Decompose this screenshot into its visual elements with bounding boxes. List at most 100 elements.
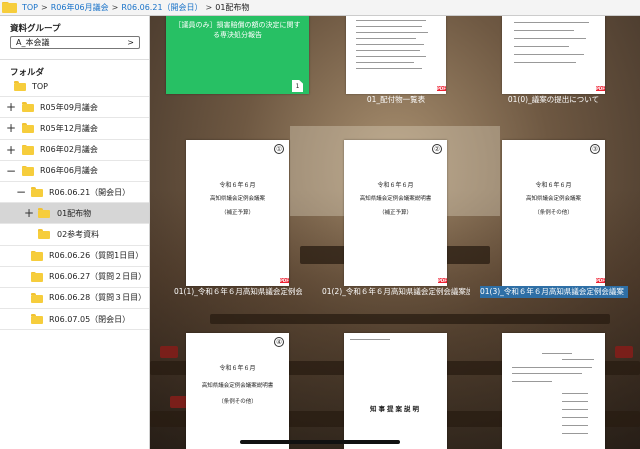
expand-icon[interactable]: + bbox=[24, 206, 34, 220]
tree-item-question-day2[interactable]: R06.06.27（質問２日目） bbox=[0, 267, 149, 288]
tree-item-closing-day[interactable]: R06.07.05（閉会日） bbox=[0, 309, 149, 331]
tree-item-question-day3[interactable]: R06.06.28（質問３日目） bbox=[0, 288, 149, 310]
text-line bbox=[356, 56, 426, 57]
document-caption: 01(1)_令和６年６月高知県議会定例会議案（補正 bbox=[174, 287, 302, 296]
text-line bbox=[562, 401, 588, 402]
tree-item-r05-dec[interactable]: + R05年12月議会 bbox=[0, 118, 149, 140]
collapse-icon[interactable]: − bbox=[6, 164, 16, 178]
text-line bbox=[356, 68, 422, 69]
collapse-icon[interactable]: − bbox=[16, 185, 26, 199]
document-number: ① bbox=[274, 144, 284, 154]
document-caption: 01(0)_議案の提出について bbox=[507, 95, 600, 104]
text-line bbox=[514, 54, 584, 55]
tree-item-label: R06.06.21（開会日） bbox=[49, 187, 131, 197]
text-line bbox=[356, 26, 422, 27]
document-tile[interactable] bbox=[502, 333, 605, 449]
sidebar: 資料グループ A_本会議 > フォルダ TOP + R05年09月議会 + R0… bbox=[0, 16, 150, 449]
folder-icon bbox=[2, 1, 17, 14]
tree-item-label: R06.06.28（質問３日目） bbox=[49, 293, 147, 303]
document-count-icon: 1 bbox=[292, 80, 303, 92]
text-line bbox=[356, 38, 416, 39]
document-number: ③ bbox=[590, 144, 600, 154]
text-line bbox=[356, 20, 426, 21]
document-tile[interactable]: ［議員のみ］損害賠償の額の決定に関する専決処分報告 1 bbox=[166, 16, 309, 108]
document-tile[interactable]: ② 令和６年６月 高知県議会定例会議案説明書 （補正予算） PDF 01(2)_… bbox=[322, 140, 470, 300]
expand-icon[interactable]: + bbox=[6, 121, 16, 135]
tree-item-label: R06.06.26（質問1日目） bbox=[49, 251, 144, 261]
document-tile[interactable]: PDF 01_配付物一覧表 bbox=[346, 16, 446, 108]
tree-item-question-day1[interactable]: R06.06.26（質問1日目） bbox=[0, 246, 149, 267]
tree-item-r06-feb[interactable]: + R06年02月議会 bbox=[0, 140, 149, 161]
text-line bbox=[356, 44, 424, 45]
tree-item-r05-sep[interactable]: + R05年09月議会 bbox=[0, 97, 149, 119]
tree-item-label: R05年12月議会 bbox=[40, 123, 98, 133]
document-line: 知事提案説明 bbox=[370, 405, 421, 413]
group-select[interactable]: A_本会議 > bbox=[10, 36, 140, 49]
document-line: 令和６年６月 bbox=[535, 182, 572, 189]
text-line bbox=[562, 433, 588, 434]
tree-item-distribution[interactable]: + 01配布物 bbox=[0, 203, 149, 225]
text-line bbox=[512, 367, 592, 368]
document-number: ④ bbox=[274, 337, 284, 347]
document-line: 高知県議会定例会議案説明書 bbox=[201, 383, 274, 389]
document-line: 高知県議会定例会議案説明書 bbox=[359, 196, 432, 202]
document-line: 令和６年６月 bbox=[219, 182, 256, 189]
document-thumbnail bbox=[346, 16, 446, 94]
document-tile[interactable]: ① 令和６年６月 高知県議会定例会議案 （補正予算） PDF 01(1)_令和６… bbox=[174, 140, 302, 300]
text-line bbox=[512, 381, 552, 382]
folder-icon bbox=[22, 165, 34, 176]
document-caption: 01(3)_令和６年６月高知県議会定例会議案（条例 bbox=[480, 286, 628, 298]
document-thumbnail bbox=[502, 16, 605, 94]
folder-icon bbox=[14, 81, 26, 92]
tree-item-reference[interactable]: 02参考資料 bbox=[0, 224, 149, 246]
text-line bbox=[514, 38, 586, 39]
text-line bbox=[562, 393, 588, 394]
text-line bbox=[562, 409, 588, 410]
home-indicator[interactable] bbox=[240, 440, 400, 444]
text-line bbox=[356, 62, 414, 63]
tree-item-label: 02参考資料 bbox=[57, 229, 100, 239]
document-tile[interactable]: 知事提案説明 bbox=[344, 333, 447, 449]
folder-tree: TOP + R05年09月議会 + R05年12月議会 + R06年02月議会 … bbox=[0, 76, 149, 331]
text-line bbox=[514, 46, 569, 47]
tree-item-top[interactable]: TOP bbox=[0, 76, 149, 98]
document-line: 令和６年６月 bbox=[377, 182, 414, 189]
folder-icon bbox=[38, 229, 50, 240]
document-tile[interactable]: ④ 令和６年６月 高知県議会定例会議案説明書 （条例その他） bbox=[186, 333, 289, 449]
pdf-icon: PDF bbox=[596, 278, 605, 283]
document-thumbnail: ④ 令和６年６月 高知県議会定例会議案説明書 （条例その他） bbox=[186, 333, 289, 449]
breadcrumb-r06-june-session[interactable]: R06年06月議会 bbox=[51, 2, 109, 13]
breadcrumb-opening-day[interactable]: R06.06.21（開会日） bbox=[121, 2, 202, 13]
tree-item-label: R05年09月議会 bbox=[40, 102, 98, 112]
breadcrumb-separator: > bbox=[41, 3, 48, 12]
document-tile[interactable]: PDF 01(0)_議案の提出について bbox=[502, 16, 605, 108]
document-line: （補正予算） bbox=[220, 210, 254, 216]
folder-icon bbox=[38, 208, 50, 219]
pdf-icon: PDF bbox=[280, 278, 289, 283]
breadcrumb-top[interactable]: TOP bbox=[22, 3, 38, 12]
pdf-icon: PDF bbox=[596, 86, 605, 91]
document-thumbnail: ③ 令和６年６月 高知県議会定例会議案 （条例その他） bbox=[502, 140, 605, 286]
group-select-value: A_本会議 bbox=[16, 38, 50, 47]
tree-item-label: TOP bbox=[32, 81, 49, 91]
folder-icon bbox=[31, 250, 43, 261]
breadcrumb-separator: > bbox=[111, 3, 119, 12]
tree-item-label: R06.07.05（閉会日） bbox=[49, 314, 131, 324]
document-thumbnail: ［議員のみ］損害賠償の額の決定に関する専決処分報告 1 bbox=[166, 16, 309, 94]
hall-chair bbox=[160, 346, 178, 358]
document-line: （条例その他） bbox=[218, 399, 257, 405]
tree-item-r06-jun[interactable]: − R06年06月議会 bbox=[0, 161, 149, 182]
document-line: 令和６年６月 bbox=[219, 365, 256, 372]
tree-item-label: R06年02月議会 bbox=[40, 145, 98, 155]
document-thumbnail: 知事提案説明 bbox=[344, 333, 447, 449]
folder-icon bbox=[22, 123, 34, 134]
folder-title: フォルダ bbox=[10, 68, 45, 78]
text-line bbox=[350, 339, 390, 340]
tree-item-label: R06.06.27（質問２日目） bbox=[49, 272, 147, 282]
tree-item-opening-day[interactable]: − R06.06.21（開会日） bbox=[0, 182, 149, 204]
expand-icon[interactable]: + bbox=[6, 143, 16, 157]
document-line: （補正予算） bbox=[378, 210, 412, 216]
text-line bbox=[356, 32, 428, 33]
expand-icon[interactable]: + bbox=[6, 100, 16, 114]
document-tile-selected[interactable]: ③ 令和６年６月 高知県議会定例会議案 （条例その他） PDF 01(3)_令和… bbox=[480, 140, 628, 300]
